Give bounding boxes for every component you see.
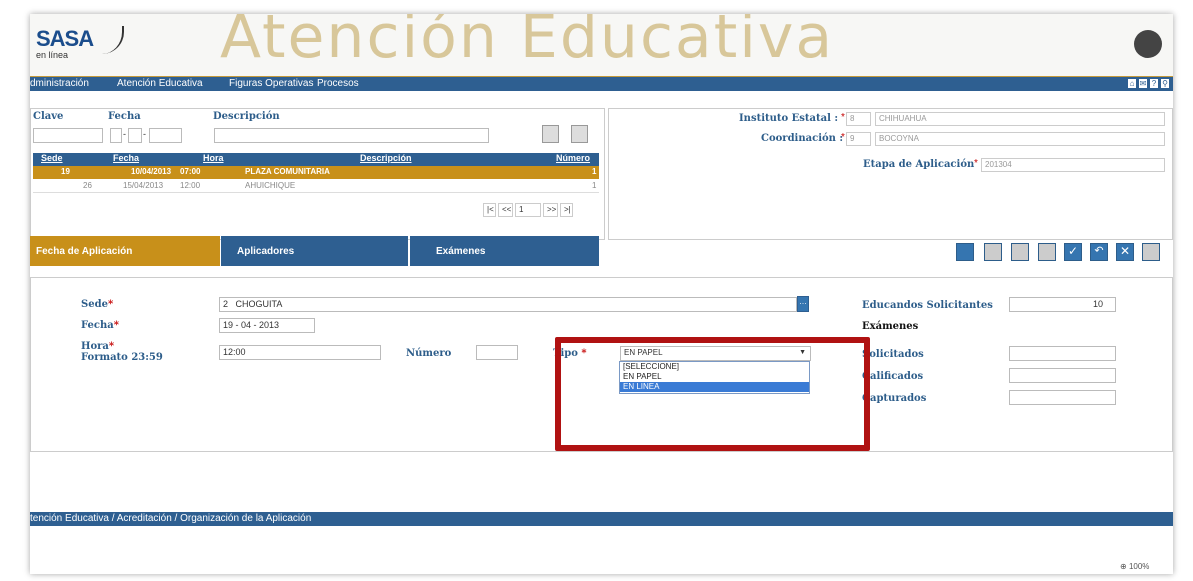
pager-next[interactable]: >> (543, 203, 558, 217)
clave-label: Clave (33, 111, 64, 122)
pager-first[interactable]: |< (483, 203, 496, 217)
col-descripcion[interactable]: Descripción (360, 153, 412, 166)
highlight-box (555, 337, 870, 451)
print-button[interactable] (1038, 243, 1056, 261)
table-row[interactable]: 19 10/04/2013 07:00 PLAZA COMUNITARIA 1 (33, 166, 599, 179)
header-banner: Atención Educativa SASA en línea (30, 14, 1173, 76)
zoom-indicator: ⊕ 100% (1120, 562, 1150, 571)
pager-last[interactable]: >| (560, 203, 573, 217)
mail-icon[interactable]: ✉ (1138, 78, 1148, 89)
col-fecha[interactable]: Fecha (113, 153, 139, 166)
fecha-field-label: Fecha* (81, 320, 119, 331)
educandos-label: Educandos Solicitantes (862, 300, 993, 311)
top-navigation: dministración Atención Educativa Figuras… (30, 76, 1173, 91)
sede-lookup-button[interactable]: … (797, 296, 809, 312)
instituto-code[interactable]: 8 (846, 112, 871, 126)
search-button[interactable] (542, 125, 559, 143)
coordinacion-select[interactable]: BOCOYNA (875, 132, 1165, 146)
logo-subtitle: en línea (36, 50, 69, 60)
exit-button[interactable] (1142, 243, 1160, 261)
search-panel: Clave Fecha Descripción - - Sede Fecha H… (30, 108, 605, 240)
pager-prev[interactable]: << (498, 203, 513, 217)
app-window: Atención Educativa SASA en línea dminist… (30, 14, 1173, 574)
hora-format-label: Formato 23:59 (81, 352, 163, 363)
fecha-year-input[interactable] (149, 128, 182, 143)
delete-button[interactable] (1011, 243, 1029, 261)
calificados-input[interactable] (1009, 368, 1116, 383)
col-numero[interactable]: Número (556, 153, 590, 166)
fecha-label: Fecha (108, 111, 141, 122)
fecha-month-input[interactable] (128, 128, 142, 143)
instituto-select[interactable]: CHIHUAHUA (875, 112, 1165, 126)
search-icon[interactable]: ⚲ (1160, 78, 1170, 89)
numero-input[interactable] (476, 345, 518, 360)
help-icon[interactable]: ? (1149, 78, 1159, 89)
new-button[interactable] (956, 243, 974, 261)
sede-label: Sede* (81, 299, 114, 310)
banner-title: Atención Educativa (220, 14, 835, 72)
table-header: Sede Fecha Hora Descripción Número (33, 153, 599, 166)
clave-input[interactable] (33, 128, 103, 143)
etapa-label: Etapa de Aplicación (863, 159, 975, 170)
tab-aplicadores[interactable]: Aplicadores (221, 236, 408, 266)
fecha-field[interactable]: 19 - 04 - 2013 (219, 318, 315, 333)
descripcion-input[interactable] (214, 128, 489, 143)
pager-page-select[interactable]: 1 (515, 203, 541, 217)
etapa-select[interactable]: 201304 (981, 158, 1165, 172)
undo-button[interactable]: ↶ (1090, 243, 1108, 261)
nav-item-atencion-educativa[interactable]: Atención Educativa (117, 78, 203, 89)
col-sede[interactable]: Sede (41, 153, 63, 166)
tab-fecha-aplicacion[interactable]: Fecha de Aplicación (30, 236, 220, 266)
tab-examenes[interactable]: Exámenes (410, 236, 599, 266)
hora-input[interactable]: 12:00 (219, 345, 381, 360)
nav-item-administracion[interactable]: dministración (30, 78, 89, 89)
logo-swoosh-icon (102, 26, 124, 54)
table-row[interactable]: 26 15/04/2013 12:00 AHUICHIQUE 1 (33, 180, 599, 193)
solicitados-input[interactable] (1009, 346, 1116, 361)
nav-item-procesos[interactable]: Procesos (317, 78, 359, 89)
calificados-label: Calificados (862, 371, 924, 382)
sasa-logo: SASA (36, 26, 94, 51)
instituto-label: Instituto Estatal : (739, 113, 839, 124)
solicitados-label: Solicitados (862, 349, 924, 360)
capturados-label: Capturados (862, 393, 927, 404)
sede-field[interactable]: 2 CHOGUITA (219, 297, 797, 312)
accept-button[interactable]: ✓ (1064, 243, 1082, 261)
breadcrumb: tención Educativa / Acreditación / Organ… (30, 512, 1173, 526)
fecha-day-input[interactable] (110, 128, 122, 143)
col-hora[interactable]: Hora (203, 153, 224, 166)
coordinacion-label: Coordinación : (761, 133, 844, 144)
capturados-input[interactable] (1009, 390, 1116, 405)
examenes-title: Exámenes (862, 321, 919, 332)
hora-label: Hora* (81, 341, 115, 352)
educandos-input[interactable]: 10 (1009, 297, 1116, 312)
institute-panel: Instituto Estatal : * 8 CHIHUAHUA Coordi… (608, 108, 1173, 240)
nav-item-figuras-operativas[interactable]: Figuras Operativas (229, 78, 313, 89)
clear-button[interactable] (571, 125, 588, 143)
coordinacion-code[interactable]: 9 (846, 132, 871, 146)
cancel-button[interactable]: ✕ (1116, 243, 1134, 261)
home-icon[interactable]: ⌂ (1127, 78, 1137, 89)
edit-button[interactable] (984, 243, 1002, 261)
descripcion-label: Descripción (213, 111, 280, 122)
globe-icon (1134, 30, 1162, 58)
numero-label: Número (406, 348, 452, 359)
